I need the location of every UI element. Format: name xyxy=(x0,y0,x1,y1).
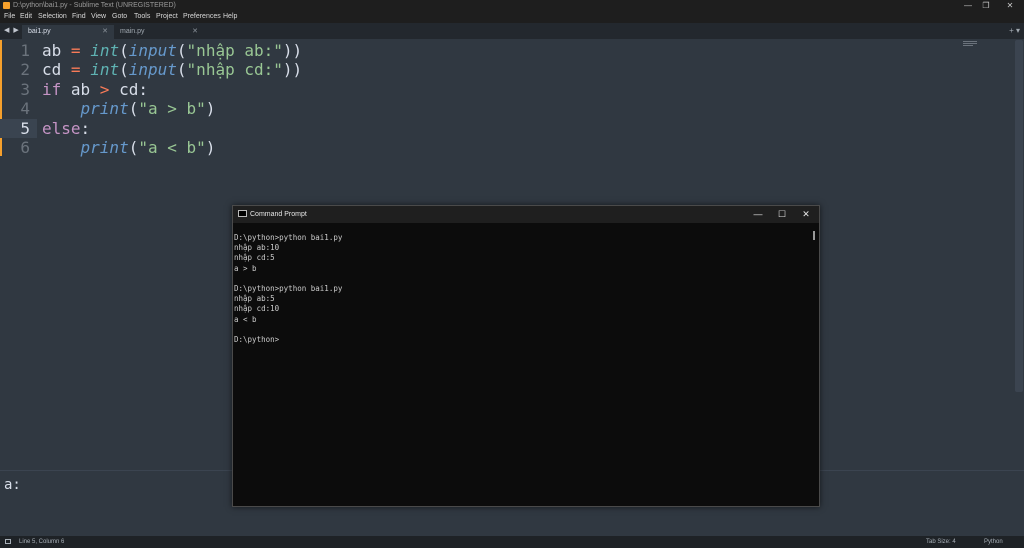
code-token: ) xyxy=(205,99,216,119)
code-token: int xyxy=(90,41,120,60)
code-token: ( xyxy=(128,99,139,119)
code-token: input xyxy=(128,41,177,60)
line-number: 3 xyxy=(20,79,30,99)
code-token: = xyxy=(70,41,81,60)
cmd-title-bar[interactable]: Command Prompt — ☐ ✕ xyxy=(233,206,819,223)
code-token: ( xyxy=(176,60,187,80)
cmd-title: Command Prompt xyxy=(250,211,307,218)
code-token: else xyxy=(42,118,81,138)
code-line[interactable]: if ab > cd: xyxy=(42,80,148,99)
code-token: cd: xyxy=(109,79,148,99)
cmd-line: D:\python>python bai1.py xyxy=(234,284,343,293)
code-token: = xyxy=(70,60,81,80)
menu-bar: File Edit Selection Find View Goto Tools… xyxy=(0,11,1024,23)
window-title: D:\python\bai1.py - Sublime Text (UNREGI… xyxy=(13,2,176,9)
status-bar: Line 5, Column 6 Tab Size: 4 Python xyxy=(0,536,1024,548)
cursor-position: Line 5, Column 6 xyxy=(19,539,65,545)
tab-main[interactable]: main.py ✕ xyxy=(114,25,204,39)
tab-bar: ◀ ▶ bai1.py ✕ main.py ✕ + ▾ xyxy=(0,23,1024,39)
terminal-icon xyxy=(238,210,247,217)
close-button[interactable]: ✕ xyxy=(1000,0,1020,11)
tab-close-icon[interactable]: ✕ xyxy=(102,25,108,39)
tab-size[interactable]: Tab Size: 4 xyxy=(926,536,956,548)
line-number: 2 xyxy=(20,60,30,80)
tab-bai1[interactable]: bai1.py ✕ xyxy=(22,25,114,39)
tab-tools-icon[interactable]: + ▾ xyxy=(1009,23,1020,39)
cmd-line: nhập ab:10 xyxy=(234,243,280,253)
menu-find[interactable]: Find xyxy=(72,11,86,23)
code-line[interactable]: print("a < b") xyxy=(42,138,216,157)
title-bar: D:\python\bai1.py - Sublime Text (UNREGI… xyxy=(0,0,1024,11)
cmd-line: a > b xyxy=(234,263,257,273)
code-token: )) xyxy=(282,60,303,80)
editor-scrollbar[interactable] xyxy=(1015,40,1023,392)
cmd-line: a < b xyxy=(234,314,257,324)
code-token: if xyxy=(42,79,62,99)
cmd-line: D:\python>python bai1.py xyxy=(234,233,343,242)
code-token: "nhập ab:" xyxy=(186,41,283,60)
minimize-button[interactable]: — xyxy=(958,0,978,11)
menu-preferences[interactable]: Preferences xyxy=(183,11,221,23)
cmd-line: nhập ab:5 xyxy=(234,294,275,304)
minimap[interactable] xyxy=(963,41,979,49)
tab-nav-arrows-icon[interactable]: ◀ ▶ xyxy=(4,23,20,39)
line-number: 4 xyxy=(20,99,30,119)
code-token: ab xyxy=(42,41,71,60)
code-token: ) xyxy=(205,138,216,157)
code-token: input xyxy=(128,60,177,80)
code-token: ( xyxy=(119,41,129,60)
cmd-minimize-button[interactable]: — xyxy=(746,206,770,223)
line-number: 1 xyxy=(20,41,30,60)
line-number: 6 xyxy=(20,138,30,157)
code-line[interactable]: else: xyxy=(42,119,90,138)
line-number-current: 5 xyxy=(0,118,37,138)
panel-toggle-icon[interactable] xyxy=(5,539,11,544)
menu-tools[interactable]: Tools xyxy=(134,11,150,23)
code-token: ( xyxy=(128,138,139,157)
code-token: : xyxy=(80,118,91,138)
cmd-maximize-button[interactable]: ☐ xyxy=(770,206,794,223)
tab-label: main.py xyxy=(120,28,145,35)
menu-view[interactable]: View xyxy=(91,11,106,23)
cmd-close-button[interactable]: ✕ xyxy=(794,206,818,223)
command-prompt-window[interactable]: Command Prompt — ☐ ✕ D:\python>python ba… xyxy=(232,205,820,507)
code-token: cd xyxy=(42,60,71,80)
tab-close-icon[interactable]: ✕ xyxy=(192,25,198,39)
code-token: print xyxy=(80,99,129,119)
code-token: > xyxy=(99,79,110,99)
code-line[interactable]: cd = int(input("nhập cd:")) xyxy=(42,60,302,79)
code-token: "nhập cd:" xyxy=(186,60,283,80)
syntax-mode[interactable]: Python xyxy=(984,536,1003,548)
code-token: "a > b" xyxy=(138,99,206,119)
sublime-app-icon xyxy=(3,2,10,9)
code-token: print xyxy=(80,138,129,157)
menu-edit[interactable]: Edit xyxy=(20,11,32,23)
code-token: ( xyxy=(176,41,187,60)
console-prompt: a: xyxy=(4,477,21,493)
line-gutter: 1 2 3 4 5 6 xyxy=(0,40,37,160)
code-line[interactable]: ab = int(input("nhập ab:")) xyxy=(42,41,302,60)
cmd-scrollbar[interactable] xyxy=(813,231,815,240)
menu-goto[interactable]: Goto xyxy=(112,11,127,23)
tab-label: bai1.py xyxy=(28,28,51,35)
menu-selection[interactable]: Selection xyxy=(38,11,67,23)
code-token: ab xyxy=(61,79,100,99)
code-token: int xyxy=(90,60,120,80)
code-token: ( xyxy=(119,60,129,80)
menu-file[interactable]: File xyxy=(4,11,15,23)
cmd-line: D:\python> xyxy=(234,335,280,344)
cmd-line: nhập cd:5 xyxy=(234,253,275,263)
maximize-button[interactable]: ❐ xyxy=(976,0,996,11)
code-token: )) xyxy=(282,41,303,60)
menu-project[interactable]: Project xyxy=(156,11,178,23)
cmd-line: nhập cd:10 xyxy=(234,304,280,314)
code-token: "a < b" xyxy=(138,138,206,157)
code-line[interactable]: print("a > b") xyxy=(42,99,216,119)
menu-help[interactable]: Help xyxy=(223,11,237,23)
